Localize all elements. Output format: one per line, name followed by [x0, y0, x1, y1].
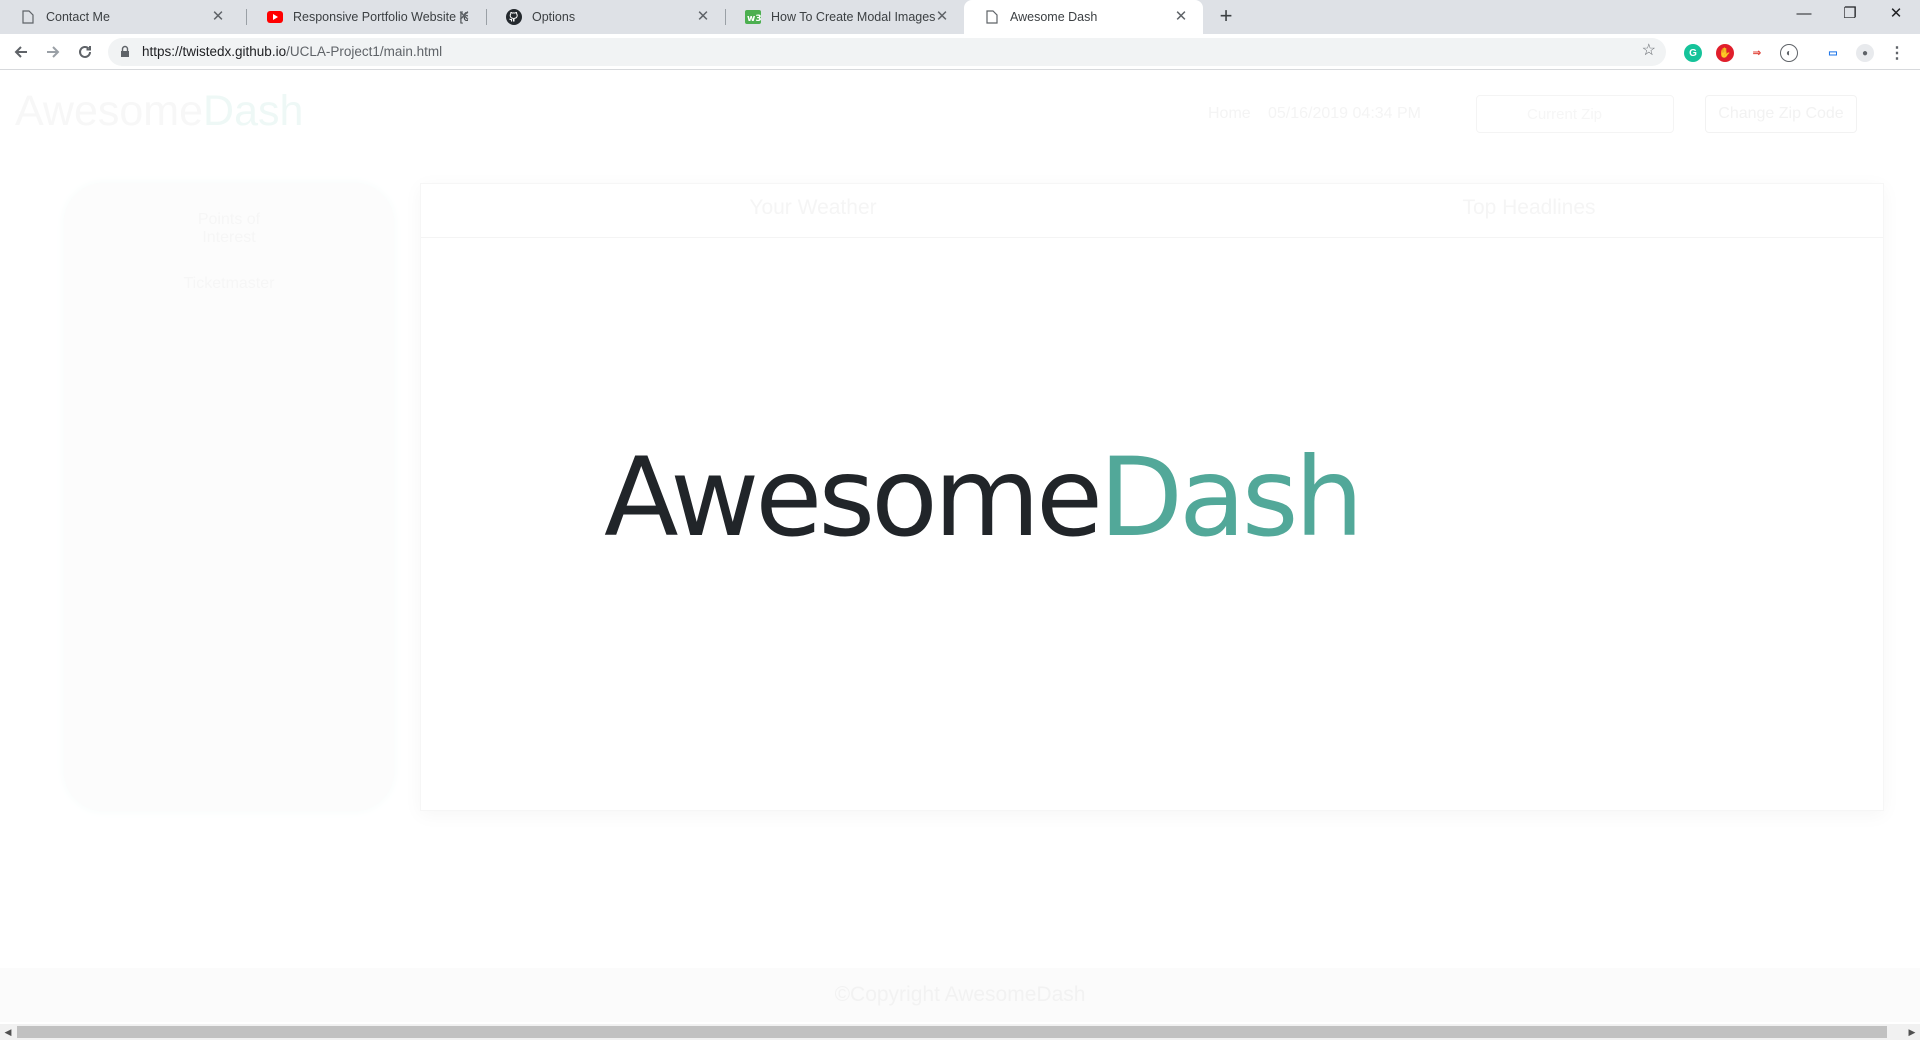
- footer: ©Copyright AwesomeDash: [0, 968, 1920, 1022]
- tab-modal-images[interactable]: w3 How To Create Modal Images ✕: [725, 0, 964, 34]
- new-tab-button[interactable]: +: [1214, 5, 1238, 29]
- back-button[interactable]: [9, 40, 33, 64]
- brand-first: Awesome: [15, 87, 204, 135]
- tab-title: How To Create Modal Images: [771, 10, 936, 24]
- tab-title: Responsive Portfolio Website [6]: [293, 10, 468, 24]
- tab-awesome-dash[interactable]: Awesome Dash ✕: [964, 0, 1203, 34]
- restore-button[interactable]: ❐: [1827, 0, 1873, 30]
- close-icon[interactable]: ✕: [695, 9, 711, 25]
- menu-icon[interactable]: ⋮: [1888, 44, 1906, 62]
- forward-button[interactable]: [41, 40, 65, 64]
- shield-icon[interactable]: ◐: [1780, 44, 1798, 62]
- forward-arrow-icon: [47, 46, 60, 58]
- tab-responsive-portfolio[interactable]: Responsive Portfolio Website [6] ✕: [247, 0, 486, 34]
- url-path: /UCLA-Project1/main.html: [286, 44, 443, 59]
- bookmark-star-icon[interactable]: ☆: [1642, 43, 1656, 59]
- url-host: https://twistedx.github.io: [142, 44, 287, 59]
- close-icon[interactable]: ✕: [1173, 9, 1189, 25]
- tab-options[interactable]: Options ✕: [486, 0, 725, 34]
- cast-icon[interactable]: ▭: [1824, 44, 1842, 62]
- sidebar-item-points-of-interest[interactable]: Points of Interest: [64, 211, 394, 247]
- tab-top-headlines[interactable]: Top Headlines: [1329, 196, 1729, 220]
- splash-logo-first: Awesome: [604, 434, 1103, 561]
- scroll-left-arrow-icon[interactable]: ◀: [0, 1024, 16, 1040]
- scrollbar-thumb[interactable]: [17, 1026, 1887, 1038]
- address-bar[interactable]: https://twistedx.github.io/UCLA-Project1…: [108, 38, 1666, 66]
- content-tabs: Your Weather Top Headlines: [421, 184, 1883, 238]
- horizontal-scrollbar[interactable]: ◀ ▶: [0, 1024, 1920, 1040]
- tab-title: Awesome Dash: [1010, 10, 1098, 24]
- sidebar-item-ticketmaster[interactable]: Ticketmaster: [64, 275, 394, 293]
- url-text: https://twistedx.github.io/UCLA-Project1…: [142, 44, 442, 59]
- back-arrow-icon: [14, 46, 27, 58]
- brand-logo[interactable]: AwesomeDash: [15, 87, 303, 136]
- brand-second: Dash: [203, 87, 304, 135]
- reload-icon: [79, 45, 91, 58]
- scroll-right-arrow-icon[interactable]: ▶: [1904, 1024, 1920, 1040]
- page-icon: [20, 9, 36, 25]
- splash-logo-second: Dash: [1099, 434, 1364, 561]
- browser-toolbar: https://twistedx.github.io/UCLA-Project1…: [0, 34, 1920, 70]
- tab-title: Contact Me: [46, 10, 110, 24]
- w3schools-icon: w3: [745, 9, 761, 25]
- profile-icon[interactable]: ●: [1856, 44, 1874, 62]
- close-icon[interactable]: ✕: [456, 9, 472, 25]
- tab-contact-me[interactable]: Contact Me ✕: [0, 0, 240, 34]
- browser-tab-strip: Contact Me ✕ Responsive Portfolio Websit…: [0, 0, 1920, 34]
- github-icon: [506, 9, 522, 25]
- page-icon: [984, 9, 1000, 25]
- lock-icon: [120, 45, 130, 63]
- tab-title: Options: [532, 10, 576, 24]
- reload-button[interactable]: [73, 40, 97, 64]
- extension-icon[interactable]: ⇒: [1748, 44, 1766, 62]
- youtube-icon: [267, 9, 283, 25]
- close-icon[interactable]: ✕: [934, 9, 950, 25]
- svg-text:w3: w3: [747, 14, 761, 24]
- close-window-button[interactable]: ✕: [1873, 0, 1919, 30]
- close-icon[interactable]: ✕: [210, 9, 226, 25]
- zip-input[interactable]: Current Zip: [1476, 95, 1674, 133]
- nav-date: 05/16/2019 04:34 PM: [1268, 105, 1422, 122]
- splash-logo: AwesomeDash: [604, 443, 1364, 552]
- nav-home-link[interactable]: Home: [1208, 105, 1251, 123]
- adblock-icon[interactable]: ✋: [1716, 44, 1734, 62]
- sidebar: Points of Interest Ticketmaster: [64, 183, 394, 811]
- change-zip-button[interactable]: Change Zip Code: [1705, 95, 1857, 133]
- tab-your-weather[interactable]: Your Weather: [613, 196, 1013, 220]
- grammarly-icon[interactable]: G: [1684, 44, 1702, 62]
- minimize-button[interactable]: —: [1781, 0, 1827, 30]
